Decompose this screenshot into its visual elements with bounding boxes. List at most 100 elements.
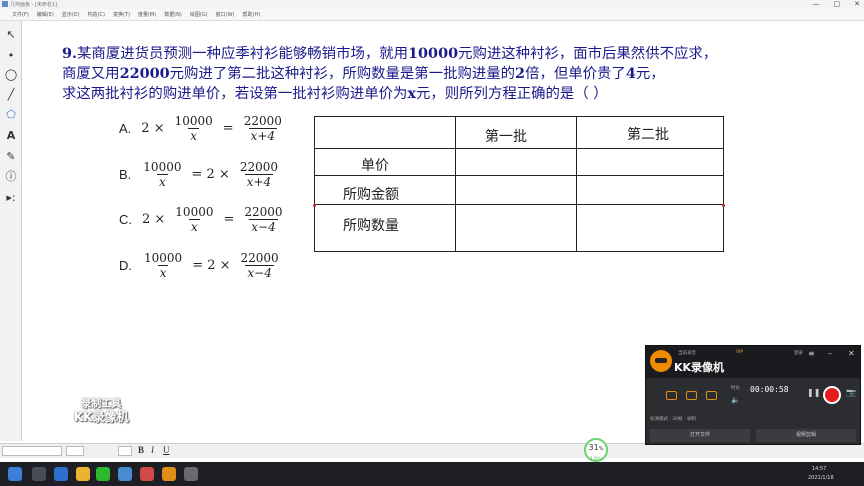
recorder-watermark: 录制工具 KK录像机 — [74, 398, 129, 424]
kk-login-link[interactable]: 登录 — [794, 350, 803, 356]
geometer-taskbar-icon[interactable] — [184, 467, 198, 481]
kk-menu-icon[interactable]: ≡ — [808, 349, 815, 358]
question-line-1: 9.某商厦进货员预测一种应季衬衫能够畅销市场，就用10000元购进这种衬衫，面市… — [62, 44, 717, 64]
table-header-second-batch: 第二批 — [627, 127, 669, 143]
numerator: 10000 — [174, 114, 213, 128]
denominator: x — [157, 265, 169, 280]
question-line-2-diff: 4 — [625, 65, 636, 82]
question-line-2-multiple: 2 — [515, 65, 526, 82]
question-line-3: 求这两批衬衫的购进单价，若设第一批衬衫购进单价为x元，则所列方程正确的是（ ） — [62, 84, 717, 104]
screen-record-icon[interactable] — [666, 391, 677, 400]
font-size-select[interactable] — [66, 446, 84, 456]
option-coef: 2 × — [141, 121, 165, 136]
analysis-table: 第一批 第二批 单价 所购金额 所购数量 — [314, 116, 724, 252]
maximize-icon[interactable]: □ — [834, 0, 841, 9]
menu-data[interactable]: 数据(N) — [164, 11, 182, 18]
question-line-1-part: 某商厦进货员预测一种应季衬衫能够畅销市场，就用 — [77, 46, 409, 62]
table-row-total-amount: 所购金额 — [343, 187, 399, 203]
record-button[interactable] — [823, 386, 841, 404]
numerator: 22000 — [239, 160, 278, 174]
compass-tool-icon[interactable]: ◯ — [3, 65, 19, 83]
point-marker[interactable] — [313, 204, 316, 207]
question-line-3-var: x — [407, 85, 416, 102]
option-equals: = — [222, 121, 234, 136]
question-number: 9. — [62, 45, 78, 62]
question-line-3-end: 元，则所列方程正确的是（ ） — [415, 86, 608, 102]
option-equals: = 2 × — [191, 167, 230, 182]
window-title: 几何画板 - [未命名1] — [10, 2, 58, 8]
menu-help[interactable]: 帮助(H) — [243, 11, 261, 18]
bold-button[interactable]: B — [138, 445, 144, 455]
minimize-icon[interactable]: — — [813, 0, 820, 9]
point-tool-icon[interactable]: • — [3, 46, 19, 64]
table-row-quantity: 所购数量 — [343, 218, 399, 234]
numerator: 22000 — [240, 251, 279, 265]
window-record-icon[interactable] — [686, 391, 697, 400]
wechat-icon[interactable] — [96, 467, 110, 481]
marker-tool-icon[interactable]: ✎ — [3, 147, 19, 165]
question-line-2: 商厦又用22000元购进了第二批这种衬衫，所购数量是第一批购进量的2倍，但单价贵… — [62, 64, 717, 84]
close-icon[interactable]: ✕ — [854, 0, 860, 9]
question-line-2-end: 元， — [635, 66, 665, 82]
video-edit-button[interactable]: 视频剪辑 — [756, 429, 856, 442]
pause-icon[interactable]: ❚❚ — [807, 388, 820, 397]
option-d[interactable]: D. 10000 x = 2 × 22000 x−4 — [119, 251, 283, 280]
folder-icon[interactable] — [76, 467, 90, 481]
browser-icon[interactable] — [54, 467, 68, 481]
clock-time: 14:57 — [812, 466, 827, 472]
text-color-select[interactable] — [118, 446, 132, 456]
menu-construct[interactable]: 构造(C) — [88, 11, 105, 18]
kk-app-name: KK录像机 — [674, 361, 725, 374]
open-file-button[interactable]: 打开文件 — [650, 429, 750, 442]
menu-transform[interactable]: 变换(T) — [113, 11, 130, 18]
menu-graph[interactable]: 绘图(G) — [190, 11, 208, 18]
denominator: x−4 — [245, 265, 274, 280]
network-speed-widget: 31% 0.1K/s — [584, 438, 608, 462]
menu-window[interactable]: 窗口(W) — [216, 11, 235, 18]
italic-button[interactable]: I — [151, 445, 154, 455]
question-line-2-mid: 元购进了第二批这种衬衫，所购数量是第一批购进量的 — [169, 66, 516, 82]
option-a[interactable]: A. 2 × 10000 x = 22000 x+4 — [119, 114, 286, 143]
menu-file[interactable]: 文件(F) — [12, 11, 29, 18]
option-b[interactable]: B. 10000 x = 2 × 22000 x+4 — [119, 160, 282, 189]
game-record-icon[interactable] — [706, 391, 717, 400]
screen: 几何画板 - [未命名1] — □ ✕ 文件(F) 编辑(E) 显示(D) 构造… — [0, 0, 864, 486]
volume-icon[interactable]: 🔈 — [731, 396, 740, 404]
point-marker[interactable] — [722, 204, 725, 207]
watermark-line-2: KK录像机 — [74, 410, 129, 424]
kk-vip-badge[interactable]: VIP — [736, 350, 743, 355]
option-letter: C. — [119, 212, 132, 227]
table-col-divider — [576, 117, 577, 251]
app-icon[interactable] — [118, 467, 132, 481]
table-row-unit-price: 单价 — [361, 158, 389, 174]
polygon-tool-icon[interactable]: ⬠ — [3, 105, 19, 123]
quality-setting[interactable]: 标清模式 · 30帧 · 录制 — [650, 416, 696, 422]
search-icon[interactable] — [32, 467, 46, 481]
start-icon[interactable] — [8, 467, 22, 481]
numerator: 10000 — [175, 205, 214, 219]
kk-minimize-icon[interactable]: – — [828, 349, 832, 358]
kk-close-icon[interactable]: ✕ — [848, 349, 855, 358]
kk-recorder-taskbar-icon[interactable] — [162, 467, 176, 481]
option-c[interactable]: C. 2 × 10000 x = 22000 x−4 — [119, 205, 287, 234]
straightedge-tool-icon[interactable]: ╱ — [3, 85, 19, 103]
question-line-1-end: 元购进这种衬衫，面市后果然供不应求， — [458, 46, 718, 62]
font-family-select[interactable] — [2, 446, 62, 456]
menu-measure[interactable]: 度量(M) — [138, 11, 156, 18]
text-tool-icon[interactable]: A — [3, 126, 19, 144]
info-tool-icon[interactable]: ⓘ — [3, 167, 19, 185]
arrow-tool-icon[interactable]: ↖ — [3, 25, 19, 43]
question-line-2-mid2: 倍，但单价贵了 — [525, 66, 626, 82]
speed-unit: % — [598, 446, 604, 452]
denominator: x — [188, 128, 200, 143]
fraction: 22000 x−4 — [242, 205, 284, 234]
menu-edit[interactable]: 编辑(E) — [37, 11, 54, 18]
question-line-2-part: 商厦又用 — [62, 66, 120, 82]
app-icon[interactable] — [140, 467, 154, 481]
custom-tool-icon[interactable]: ▸: — [3, 188, 19, 206]
camera-icon[interactable]: 📷 — [846, 388, 856, 397]
question-text: 9.某商厦进货员预测一种应季衬衫能够畅销市场，就用10000元购进这种衬衫，面市… — [62, 44, 717, 104]
menu-display[interactable]: 显示(D) — [62, 11, 80, 18]
underline-button[interactable]: U — [163, 445, 170, 455]
table-col-divider — [455, 117, 456, 251]
